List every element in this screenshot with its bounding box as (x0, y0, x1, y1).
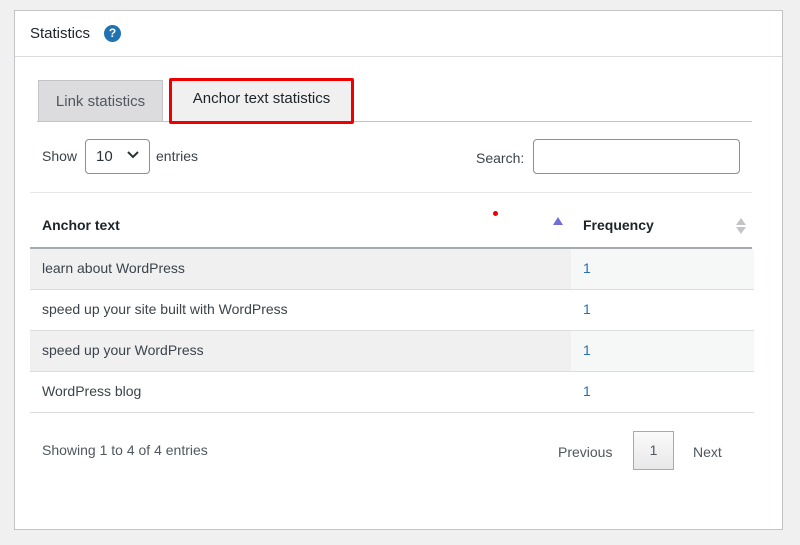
panel-title: Statistics (30, 25, 91, 42)
panel-header: Statistics ? (15, 11, 782, 57)
search-input[interactable] (533, 139, 740, 174)
tab-anchor-text-statistics[interactable]: Anchor text statistics (169, 78, 354, 124)
tab-link-statistics[interactable]: Link statistics (38, 80, 163, 121)
table-row: speed up your WordPress 1 (30, 331, 754, 372)
previous-button[interactable]: Previous (558, 444, 612, 460)
anchor-text-cell: speed up your WordPress (42, 342, 204, 358)
frequency-link[interactable]: 1 (583, 383, 591, 399)
page-size-select[interactable]: 10 (85, 139, 150, 174)
table-row: speed up your site built with WordPress … (30, 290, 754, 331)
anchor-text-cell: speed up your site built with WordPress (42, 301, 288, 317)
table-row: learn about WordPress 1 (30, 249, 754, 290)
sort-ascending-icon (553, 217, 563, 225)
column-header-anchor-text[interactable]: Anchor text (42, 217, 120, 233)
show-label: Show (42, 148, 78, 164)
search-label: Search: (476, 150, 525, 166)
frequency-link[interactable]: 1 (583, 342, 591, 358)
frequency-link[interactable]: 1 (583, 260, 591, 276)
entries-label: entries (156, 148, 199, 164)
page-1-button[interactable]: 1 (633, 431, 674, 470)
toolbar-separator (30, 192, 752, 193)
anchor-text-cell: learn about WordPress (42, 260, 185, 276)
chevron-down-icon (127, 151, 139, 159)
table-row: WordPress blog 1 (30, 372, 754, 413)
column-header-frequency[interactable]: Frequency (583, 217, 654, 233)
statistics-panel: Statistics ? Link statistics Anchor text… (14, 10, 783, 530)
anchor-text-cell: WordPress blog (42, 383, 142, 399)
help-icon[interactable]: ? (104, 25, 121, 42)
page-size-value: 10 (96, 148, 113, 165)
next-button[interactable]: Next (693, 444, 722, 460)
sort-icon (736, 218, 746, 234)
frequency-link[interactable]: 1 (583, 301, 591, 317)
cursor-marker (493, 211, 498, 216)
table-info: Showing 1 to 4 of 4 entries (42, 442, 208, 458)
